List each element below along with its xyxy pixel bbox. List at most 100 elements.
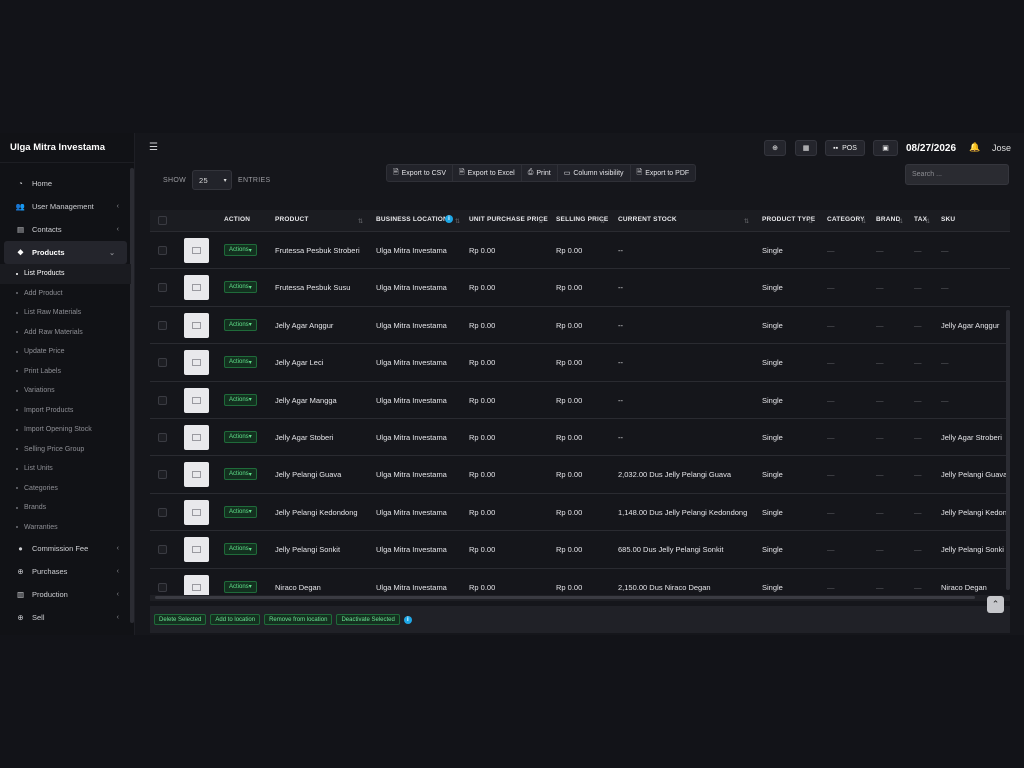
product-name[interactable]: Jelly Agar Anggur	[275, 321, 333, 330]
row-checkbox[interactable]	[158, 283, 167, 293]
print-button[interactable]: ⎙ Print	[522, 165, 558, 181]
vertical-scrollbar[interactable]	[1006, 310, 1010, 590]
notification-bell-icon[interactable]: 🔔	[969, 142, 980, 153]
col-brand[interactable]: BRAND	[876, 216, 900, 223]
scrollbar-thumb[interactable]	[155, 596, 975, 599]
sidebar-subitem-selling-price-group[interactable]: Selling Price Group	[0, 440, 131, 460]
sidebar-subitem-import-opening-stock[interactable]: Import Opening Stock	[0, 420, 131, 440]
product-name[interactable]: Jelly Agar Mangga	[275, 396, 337, 405]
delete-selected-button[interactable]: Delete Selected	[154, 614, 207, 625]
pos-button[interactable]: ▪▪ POS	[825, 140, 865, 156]
actions-dropdown-button[interactable]: Actions ▾	[224, 318, 257, 331]
product-name[interactable]: Frutessa Pesbuk Susu	[275, 283, 350, 292]
sidebar-subitem-print-labels[interactable]: Print Labels	[0, 362, 131, 382]
scroll-to-top-button[interactable]: ⌃	[987, 596, 1004, 613]
product-name[interactable]: Frutessa Pesbuk Stroberi	[275, 246, 360, 255]
product-name[interactable]: Jelly Pelangi Sonkit	[275, 545, 340, 554]
entries-select[interactable]: 25 ▾	[191, 170, 232, 190]
info-icon[interactable]: i	[403, 615, 412, 624]
table-row[interactable]: Actions ▾ Jelly Pelangi Sonkit Ulga Mitra I…	[150, 531, 1010, 569]
table-row[interactable]: Actions ▾ Jelly Agar Mangga Ulga Mitra Inve…	[150, 381, 1010, 419]
sidebar-subitem-variations[interactable]: Variations	[0, 381, 131, 401]
row-checkbox[interactable]	[158, 320, 167, 330]
actions-dropdown-button[interactable]: Actions ▾	[224, 505, 257, 518]
product-name[interactable]: Jelly Agar Stoberi	[275, 433, 333, 442]
sidebar-subitem-add-raw-materials[interactable]: Add Raw Materials	[0, 323, 131, 343]
sidebar-item-products[interactable]: ❖ Products ⌄	[4, 241, 127, 264]
sort-icon[interactable]: ⇅	[861, 218, 866, 225]
sidebar-subitem-import-products[interactable]: Import Products	[0, 401, 131, 421]
add-to-location-button[interactable]: Add to location	[210, 614, 261, 625]
sidebar-subitem-warranties[interactable]: Warranties	[0, 518, 131, 538]
row-checkbox[interactable]	[158, 507, 167, 517]
actions-dropdown-button[interactable]: Actions ▾	[224, 244, 257, 256]
sort-icon[interactable]: ⇅	[925, 218, 930, 225]
row-checkbox[interactable]	[158, 395, 167, 405]
actions-dropdown-button[interactable]: Actions ▾	[224, 468, 257, 481]
table-row[interactable]: Actions ▾ Frutessa Pesbuk Susu Ulga Mitra I…	[150, 269, 1010, 307]
table-row[interactable]: Actions ▾ Jelly Pelangi Kedondong Ulga Mitr…	[150, 493, 1010, 532]
cash-button[interactable]: ▣	[873, 140, 898, 156]
horizontal-scrollbar[interactable]	[150, 595, 1010, 601]
actions-dropdown-button[interactable]: Actions ▾	[224, 393, 257, 406]
actions-dropdown-button[interactable]: Actions ▾	[224, 430, 257, 443]
sidebar-item-production[interactable]: ▥ Production ‹	[0, 583, 131, 606]
sidebar-item-commission-fee[interactable]: ● Commission Fee ‹	[0, 537, 131, 560]
sidebar-item-user-management[interactable]: 👥 User Management ‹	[0, 195, 131, 218]
select-all-checkbox[interactable]	[158, 216, 167, 225]
actions-dropdown-button[interactable]: Actions ▾	[224, 580, 257, 593]
calculator-button[interactable]: ▦	[795, 140, 817, 156]
export-pdf-button[interactable]: 🗎 Export to PDF	[631, 165, 696, 181]
col-product[interactable]: PRODUCT	[275, 216, 309, 223]
remove-from-location-button[interactable]: Remove from location	[264, 614, 333, 625]
sidebar-subitem-categories[interactable]: Categories	[0, 479, 131, 499]
user-name[interactable]: Jose	[992, 143, 1011, 153]
col-business-location[interactable]: BUSINESS LOCATION	[376, 216, 448, 223]
sidebar-subitem-list-products[interactable]: List Products	[0, 264, 131, 284]
info-icon[interactable]: i	[445, 215, 453, 223]
menu-toggle-icon[interactable]: ☰	[149, 142, 158, 153]
sidebar-subitem-list-units[interactable]: List Units	[0, 459, 131, 479]
sort-icon[interactable]: ⇅	[358, 218, 363, 225]
table-row[interactable]: Actions ▾ Jelly Agar Leci Ulga Mitra Invest…	[150, 344, 1010, 382]
sidebar-subitem-list-raw-materials[interactable]: List Raw Materials	[0, 303, 131, 323]
sidebar-subitem-brands[interactable]: Brands	[0, 498, 131, 518]
actions-dropdown-button[interactable]: Actions ▾	[224, 543, 257, 556]
product-name[interactable]: Jelly Agar Leci	[275, 358, 323, 367]
sidebar-item-purchases[interactable]: ⊕ Purchases ‹	[0, 560, 131, 583]
row-checkbox[interactable]	[158, 432, 167, 442]
table-row[interactable]: Actions ▾ Jelly Agar Stoberi Ulga Mitra Inv…	[150, 418, 1010, 457]
sidebar-subitem-add-product[interactable]: Add Product	[0, 284, 131, 304]
product-name[interactable]: Jelly Pelangi Guava	[275, 470, 341, 479]
table-row[interactable]: Actions ▾ Jelly Pelangi Guava Ulga Mitra In…	[150, 456, 1010, 494]
sidebar-subitem-update-price[interactable]: Update Price	[0, 342, 131, 362]
row-checkbox[interactable]	[158, 545, 167, 555]
actions-dropdown-button[interactable]: Actions ▾	[224, 281, 257, 294]
sidebar-item-home[interactable]: ◔ Home	[0, 172, 131, 195]
add-button[interactable]: ⊕	[764, 140, 786, 156]
sort-icon[interactable]: ⇅	[600, 218, 605, 225]
sort-icon[interactable]: ⇅	[538, 218, 543, 225]
deactivate-selected-button[interactable]: Deactivate Selected	[336, 614, 400, 625]
sort-icon[interactable]: ⇅	[744, 218, 749, 225]
sidebar-item-contacts[interactable]: ▤ Contacts ‹	[0, 218, 131, 241]
sort-icon[interactable]: ⇅	[898, 218, 903, 225]
row-checkbox[interactable]	[158, 582, 167, 592]
column-visibility-button[interactable]: ▭ Column visibility	[558, 165, 631, 181]
row-checkbox[interactable]	[158, 470, 167, 480]
col-category[interactable]: CATEGORY	[827, 216, 865, 223]
col-sku[interactable]: SKU	[941, 216, 955, 223]
row-checkbox[interactable]	[158, 246, 167, 255]
sort-icon[interactable]: ⇅	[455, 218, 460, 225]
table-row[interactable]: Actions ▾ Jelly Agar Anggur Ulga Mitra Inve…	[150, 306, 1010, 345]
col-unit-purchase-price[interactable]: UNIT PURCHASE PRICE	[469, 216, 548, 223]
actions-dropdown-button[interactable]: Actions ▾	[224, 356, 257, 369]
sidebar-item-sell[interactable]: ⊕ Sell ‹	[0, 606, 131, 629]
row-checkbox[interactable]	[158, 358, 167, 368]
product-name[interactable]: Niraco Degan	[275, 583, 321, 592]
search-input[interactable]: Search ...	[905, 164, 1009, 185]
col-current-stock[interactable]: CURRENT STOCK	[618, 216, 677, 223]
export-csv-button[interactable]: 🗎 Export to CSV	[387, 165, 453, 181]
table-row[interactable]: Actions ▾ Frutessa Pesbuk Stroberi Ulga Mit…	[150, 232, 1010, 270]
export-excel-button[interactable]: 🗎 Export to Excel	[453, 165, 522, 181]
